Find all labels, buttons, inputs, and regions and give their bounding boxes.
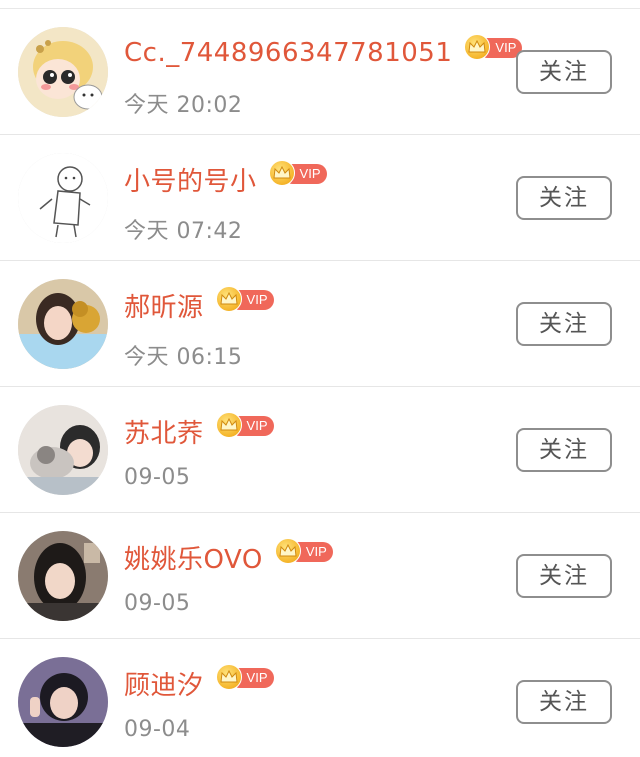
avatar[interactable] <box>18 405 108 495</box>
vip-badge: VIP <box>215 664 274 690</box>
vip-badge: VIP <box>268 160 327 186</box>
follow-button[interactable]: 关注 <box>516 176 612 220</box>
list-item[interactable]: 郝昕源 VIP 今天 06:15 关注 <box>0 261 640 387</box>
user-name[interactable]: 苏北荞 <box>124 413 204 450</box>
user-name[interactable]: 小号的号小 <box>124 161 257 198</box>
crown-icon <box>272 166 291 179</box>
user-name[interactable]: 郝昕源 <box>124 287 204 324</box>
timestamp: 今天 20:02 <box>124 93 243 118</box>
crown-icon <box>219 418 238 431</box>
follow-button[interactable]: 关注 <box>516 428 612 472</box>
avatar[interactable] <box>18 657 108 747</box>
list-item[interactable]: 苏北荞 VIP 09-05 关注 <box>0 387 640 513</box>
avatar[interactable] <box>18 153 108 243</box>
vip-badge: VIP <box>215 286 274 312</box>
vip-badge: VIP <box>215 412 274 438</box>
follow-button[interactable]: 关注 <box>516 302 612 346</box>
list-item[interactable]: Cc._7448966347781051 VIP 今天 20:02 关注 <box>0 9 640 135</box>
list-item[interactable]: 顾迪汐 VIP 09-04 关注 <box>0 639 640 757</box>
list-item[interactable]: 小号的号小 VIP 今天 07:42 关注 <box>0 135 640 261</box>
crown-icon <box>279 544 297 557</box>
follow-button[interactable]: 关注 <box>516 50 612 94</box>
follow-button[interactable]: 关注 <box>516 554 612 598</box>
crown-icon <box>219 292 238 305</box>
crown-icon <box>219 670 238 683</box>
timestamp: 09-05 <box>124 591 191 616</box>
timestamp: 今天 06:15 <box>124 345 243 370</box>
follower-list: Cc._7448966347781051 VIP 今天 20:02 关注 小号的… <box>0 0 640 757</box>
vip-badge: VIP <box>274 538 333 564</box>
timestamp: 09-05 <box>124 465 191 490</box>
avatar[interactable] <box>18 531 108 621</box>
avatar[interactable] <box>18 279 108 369</box>
avatar[interactable] <box>18 27 108 117</box>
crown-icon <box>468 40 486 53</box>
user-name[interactable]: Cc._7448966347781051 <box>124 38 452 68</box>
user-name[interactable]: 姚姚乐OVO <box>124 539 263 576</box>
list-item[interactable]: 姚姚乐OVO VIP 09-05 关注 <box>0 513 640 639</box>
timestamp: 09-04 <box>124 717 191 742</box>
user-name[interactable]: 顾迪汐 <box>124 665 204 702</box>
timestamp: 今天 07:42 <box>124 219 243 244</box>
vip-badge: VIP <box>464 34 523 60</box>
follow-button[interactable]: 关注 <box>516 680 612 724</box>
